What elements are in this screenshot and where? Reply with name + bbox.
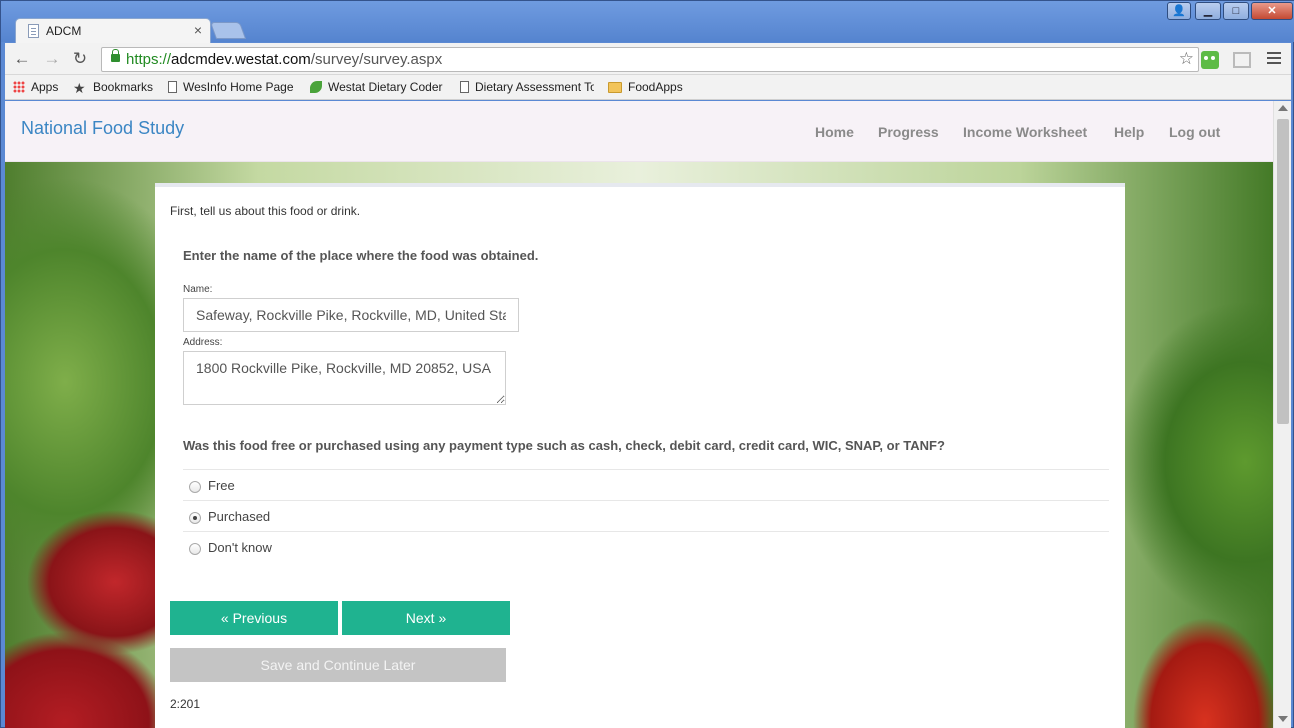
page-favicon-icon — [28, 24, 39, 38]
option-dont-know[interactable]: Don't know — [183, 531, 1109, 562]
bookmark-foodapps[interactable]: FoodApps — [608, 80, 683, 94]
radio-dont-know[interactable] — [189, 543, 201, 555]
bookmarks-bar: Apps ★ Bookmarks WesInfo Home Page Westat… — [5, 75, 1291, 100]
previous-button[interactable]: « Previous — [170, 601, 338, 635]
site-brand-link[interactable]: National Food Study — [21, 118, 184, 139]
reload-icon[interactable]: ↻ — [69, 48, 91, 70]
maximize-button[interactable]: □ — [1223, 2, 1249, 20]
bookmark-apps[interactable]: Apps — [13, 80, 58, 94]
option-label: Purchased — [208, 509, 271, 524]
star-icon: ★ — [73, 80, 86, 94]
page-icon — [460, 81, 469, 93]
back-arrow-icon[interactable]: ← — [11, 48, 33, 70]
bookmark-dietary-coder[interactable]: Westat Dietary Coder — [310, 80, 444, 94]
intro-text: First, tell us about this food or drink. — [170, 204, 361, 218]
nav-progress[interactable]: Progress — [878, 124, 939, 140]
name-label: Name: — [183, 284, 213, 295]
place-question: Enter the name of the place where the fo… — [183, 248, 539, 263]
nav-log-out[interactable]: Log out — [1169, 124, 1220, 140]
radio-free[interactable] — [189, 481, 201, 493]
forward-arrow-icon[interactable]: → — [41, 48, 63, 70]
place-address-input[interactable]: 1800 Rockville Pike, Rockville, MD 20852… — [183, 351, 506, 405]
browser-toolbar: ← → ↻ https://adcmdev.westat.com/survey/… — [5, 43, 1291, 75]
place-name-input[interactable] — [183, 298, 519, 332]
scroll-down-arrow-icon[interactable] — [1278, 716, 1288, 722]
lock-icon — [111, 49, 120, 62]
survey-panel: First, tell us about this food or drink.… — [155, 183, 1125, 728]
profile-button[interactable]: 👤 — [1167, 2, 1191, 20]
address-bar[interactable]: https://adcmdev.westat.com/survey/survey… — [101, 47, 1199, 72]
page-icon — [168, 81, 177, 93]
payment-question: Was this food free or purchased using an… — [183, 438, 945, 453]
site-navbar: National Food Study Home Progress Income… — [5, 101, 1273, 162]
save-continue-later-button[interactable]: Save and Continue Later — [170, 648, 506, 682]
reader-extension-icon[interactable] — [1233, 52, 1251, 68]
bookmark-dietary-assessment[interactable]: Dietary Assessment To — [460, 80, 594, 94]
option-free[interactable]: Free — [183, 469, 1109, 500]
minimize-button[interactable]: ▁ — [1195, 2, 1221, 20]
leaf-icon — [310, 81, 322, 93]
chrome-menu-icon[interactable] — [1267, 52, 1281, 66]
browser-window: ADCM × 👤 ▁ □ ✕ ← → ↻ https://adcmdev.wes… — [0, 0, 1294, 728]
option-label: Don't know — [208, 540, 272, 555]
new-tab-button[interactable] — [209, 22, 247, 39]
address-label: Address: — [183, 337, 223, 348]
page-viewport: National Food Study Home Progress Income… — [5, 101, 1291, 728]
tab-close-icon[interactable]: × — [194, 22, 202, 38]
option-purchased[interactable]: Purchased — [183, 500, 1109, 531]
extension-icon[interactable] — [1201, 51, 1219, 69]
bookmark-bookmarks[interactable]: ★ Bookmarks — [73, 80, 153, 94]
radio-purchased[interactable] — [189, 512, 201, 524]
browser-tab[interactable]: ADCM × — [15, 18, 211, 43]
screen-code: 2:201 — [170, 697, 201, 711]
option-label: Free — [208, 478, 235, 493]
url-text: https://adcmdev.westat.com/survey/survey… — [126, 51, 443, 68]
close-window-button[interactable]: ✕ — [1251, 2, 1293, 20]
bookmark-star-icon[interactable]: ☆ — [1179, 49, 1194, 69]
nav-income-worksheet[interactable]: Income Worksheet — [963, 124, 1087, 140]
tab-strip: ADCM × 👤 ▁ □ ✕ — [1, 1, 1294, 43]
folder-icon — [608, 82, 622, 93]
nav-home[interactable]: Home — [815, 124, 854, 140]
next-button[interactable]: Next » — [342, 601, 510, 635]
scroll-up-arrow-icon[interactable] — [1278, 105, 1288, 111]
apps-grid-icon — [13, 81, 25, 93]
scroll-thumb[interactable] — [1277, 119, 1289, 424]
page-scrollbar[interactable] — [1273, 101, 1291, 728]
nav-help[interactable]: Help — [1114, 124, 1144, 140]
bookmark-wesinfo[interactable]: WesInfo Home Page — [168, 80, 294, 94]
tab-title: ADCM — [46, 24, 82, 38]
